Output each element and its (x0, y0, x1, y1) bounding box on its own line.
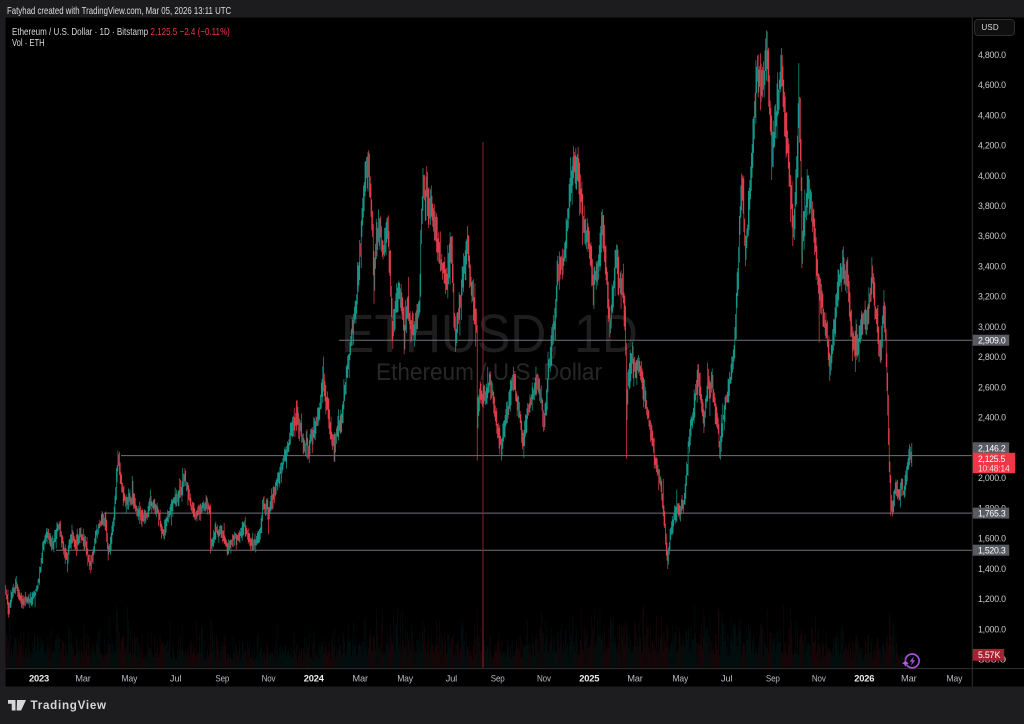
svg-text:Mar: Mar (75, 674, 91, 685)
svg-text:5.57 K: 5.57 K (978, 650, 1001, 661)
svg-text:Jul: Jul (721, 674, 733, 685)
svg-text:Sep: Sep (215, 674, 229, 685)
svg-text:3,200.0: 3,200.0 (978, 292, 1006, 303)
svg-text:May: May (122, 674, 138, 685)
svg-text:2,146.2: 2,146.2 (978, 443, 1006, 454)
svg-text:Mar: Mar (627, 674, 643, 685)
svg-text:Jul: Jul (170, 674, 182, 685)
svg-text:2025: 2025 (579, 674, 600, 685)
svg-text:2,000.0: 2,000.0 (978, 473, 1006, 484)
svg-text:3,600.0: 3,600.0 (978, 231, 1006, 242)
svg-text:2024: 2024 (304, 674, 325, 685)
svg-text:Nov: Nov (537, 674, 551, 685)
svg-text:1,200.0: 1,200.0 (978, 594, 1006, 605)
svg-text:10:48:14: 10:48:14 (978, 463, 1010, 474)
svg-text:Jul: Jul (446, 674, 458, 685)
svg-text:May: May (947, 674, 963, 685)
svg-text:4,000.0: 4,000.0 (978, 171, 1006, 182)
svg-text:Sep: Sep (491, 674, 505, 685)
svg-text:ETHUSD, 1D: ETHUSD, 1D (341, 305, 638, 364)
svg-text:May: May (397, 674, 413, 685)
svg-text:2,800.0: 2,800.0 (978, 352, 1006, 363)
svg-text:Mar: Mar (352, 674, 368, 685)
svg-text:3,000.0: 3,000.0 (978, 322, 1006, 333)
svg-text:1,400.0: 1,400.0 (978, 564, 1006, 575)
svg-text:2026: 2026 (854, 674, 874, 685)
svg-text:4,400.0: 4,400.0 (978, 110, 1006, 121)
svg-text:Sep: Sep (766, 674, 780, 685)
svg-text:3,400.0: 3,400.0 (978, 262, 1006, 273)
svg-text:May: May (672, 674, 688, 685)
svg-text:1,600.0: 1,600.0 (978, 534, 1006, 545)
svg-text:2,909.0: 2,909.0 (978, 336, 1006, 347)
svg-text:Nov: Nov (812, 674, 826, 685)
svg-text:4,600.0: 4,600.0 (978, 80, 1006, 91)
svg-text:Mar: Mar (901, 674, 917, 685)
svg-text:2023: 2023 (29, 674, 49, 685)
svg-text:2,400.0: 2,400.0 (978, 413, 1006, 424)
svg-text:3,800.0: 3,800.0 (978, 201, 1006, 212)
svg-text:1,000.0: 1,000.0 (978, 624, 1006, 635)
svg-text:4,800.0: 4,800.0 (978, 50, 1006, 61)
svg-text:1,520.3: 1,520.3 (978, 546, 1006, 557)
svg-text:4,200.0: 4,200.0 (978, 141, 1006, 152)
svg-text:2,600.0: 2,600.0 (978, 382, 1006, 393)
svg-text:1,765.3: 1,765.3 (978, 509, 1006, 520)
svg-text:Nov: Nov (262, 674, 276, 685)
